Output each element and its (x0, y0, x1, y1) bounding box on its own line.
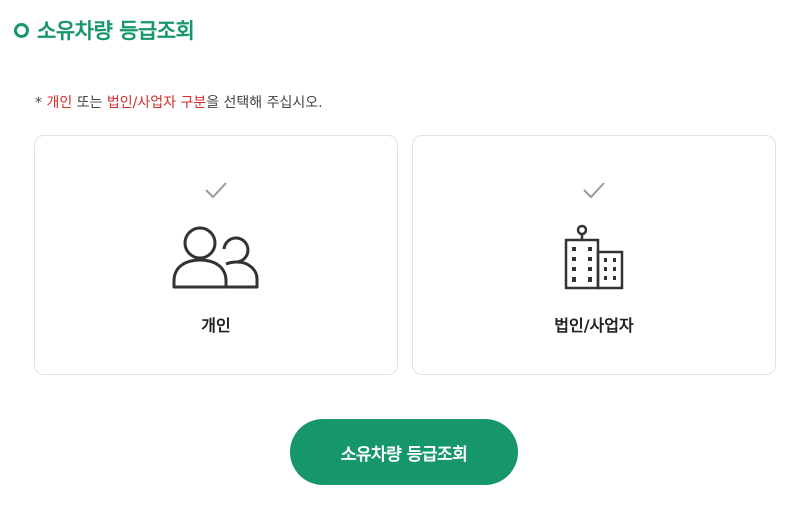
notice-individual: 개인 (46, 95, 73, 111)
instruction-text: * 개인 또는 법인/사업자 구분을 선택해 주십시오. (35, 92, 323, 112)
option-card-corporate[interactable]: 법인/사업자 (412, 135, 776, 375)
notice-prefix: * (35, 95, 47, 111)
page: 소유차량 등급조회 * 개인 또는 법인/사업자 구분을 선택해 주십시오. 개… (0, 0, 796, 506)
option-label-individual: 개인 (201, 316, 231, 335)
option-card-individual[interactable]: 개인 (34, 135, 398, 375)
option-label-corporate: 법인/사업자 (554, 316, 634, 335)
title-bullet-icon (14, 22, 29, 38)
notice-connector: 또는 (72, 95, 107, 111)
notice-corporate: 법인/사업자 구분 (106, 95, 207, 111)
building-icon (564, 224, 624, 290)
notice-suffix: 을 선택해 주십시오. (206, 95, 323, 111)
page-header: 소유차량 등급조회 (14, 14, 195, 46)
check-icon (583, 182, 605, 199)
check-icon (205, 182, 227, 199)
vehicle-grade-lookup-button[interactable]: 소유차량 등급조회 (290, 419, 518, 485)
page-title: 소유차량 등급조회 (37, 19, 195, 43)
people-icon (172, 226, 259, 289)
